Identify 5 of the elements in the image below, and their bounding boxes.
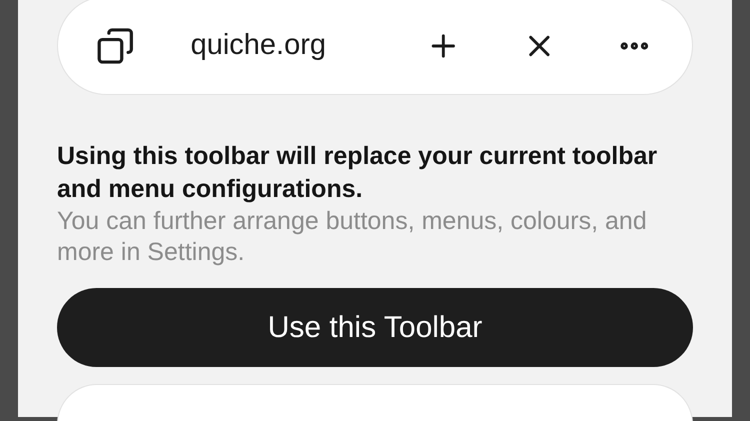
message-body: You can further arrange buttons, menus, colours, and more in Settings. [57, 206, 648, 268]
tabs-icon[interactable] [96, 26, 135, 66]
url-text: quiche.org [190, 28, 328, 63]
use-toolbar-button[interactable]: Use this Toolbar [57, 288, 693, 367]
message-title: Using this toolbar will replace your current toolbar and menu configurations. [57, 141, 658, 205]
